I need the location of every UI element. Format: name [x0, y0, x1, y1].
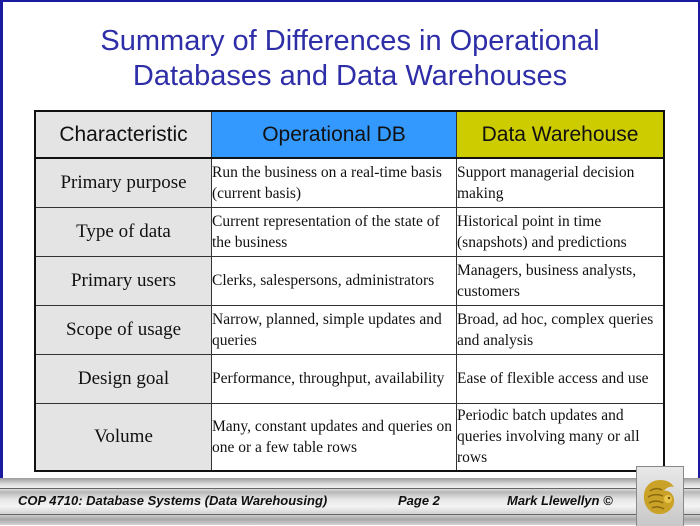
characteristic-cell: Volume [34, 402, 212, 472]
warehouse-cell: Support managerial decision making [456, 157, 665, 208]
operational-cell: Narrow, planned, simple updates and quer… [211, 304, 457, 355]
header-row: Characteristic Operational DB Data Wareh… [34, 110, 665, 159]
slide-title: Summary of Differences in Operational Da… [0, 24, 700, 94]
characteristic-cell: Type of data [34, 206, 212, 257]
operational-cell: Many, constant updates and queries on on… [211, 402, 457, 472]
table-row: Type of data Current representation of t… [34, 206, 665, 257]
logo-box [636, 466, 684, 526]
characteristic-cell: Primary users [34, 255, 212, 306]
title-line-2: Databases and Data Warehouses [132, 60, 568, 92]
characteristic-cell: Primary purpose [34, 157, 212, 208]
title-line-1: Summary of Differences in Operational [100, 25, 600, 57]
footer-bar: COP 4710: Database Systems (Data Warehou… [0, 478, 700, 525]
warehouse-cell: Managers, business analysts, customers [456, 255, 665, 306]
comparison-table: Characteristic Operational DB Data Wareh… [34, 110, 665, 472]
characteristic-cell: Design goal [34, 353, 212, 404]
pegasus-logo-icon [643, 480, 675, 515]
operational-cell: Performance, throughput, availability [211, 353, 457, 404]
table-row: Design goal Performance, throughput, ava… [34, 353, 665, 404]
footer-author: Mark Llewellyn © [507, 493, 613, 508]
warehouse-cell: Broad, ad hoc, complex queries and analy… [456, 304, 665, 355]
header-characteristic: Characteristic [34, 110, 212, 159]
footer-divider [0, 514, 700, 515]
footer-course: COP 4710: Database Systems (Data Warehou… [18, 493, 328, 508]
table-row: Scope of usage Narrow, planned, simple u… [34, 304, 665, 355]
warehouse-cell: Historical point in time (snapshots) and… [456, 206, 665, 257]
characteristic-cell: Scope of usage [34, 304, 212, 355]
operational-cell: Current representation of the state of t… [211, 206, 457, 257]
operational-cell: Clerks, salespersons, administrators [211, 255, 457, 306]
warehouse-cell: Ease of flexible access and use [456, 353, 665, 404]
footer-divider [0, 488, 700, 489]
table-row: Primary purpose Run the business on a re… [34, 157, 665, 208]
warehouse-cell: Periodic batch updates and queries invol… [456, 402, 665, 472]
table-row: Primary users Clerks, salespersons, admi… [34, 255, 665, 306]
footer-page: Page 2 [398, 493, 440, 508]
header-operational-db: Operational DB [211, 110, 457, 159]
table-row: Volume Many, constant updates and querie… [34, 402, 665, 472]
operational-cell: Run the business on a real-time basis (c… [211, 157, 457, 208]
header-data-warehouse: Data Warehouse [456, 110, 665, 159]
